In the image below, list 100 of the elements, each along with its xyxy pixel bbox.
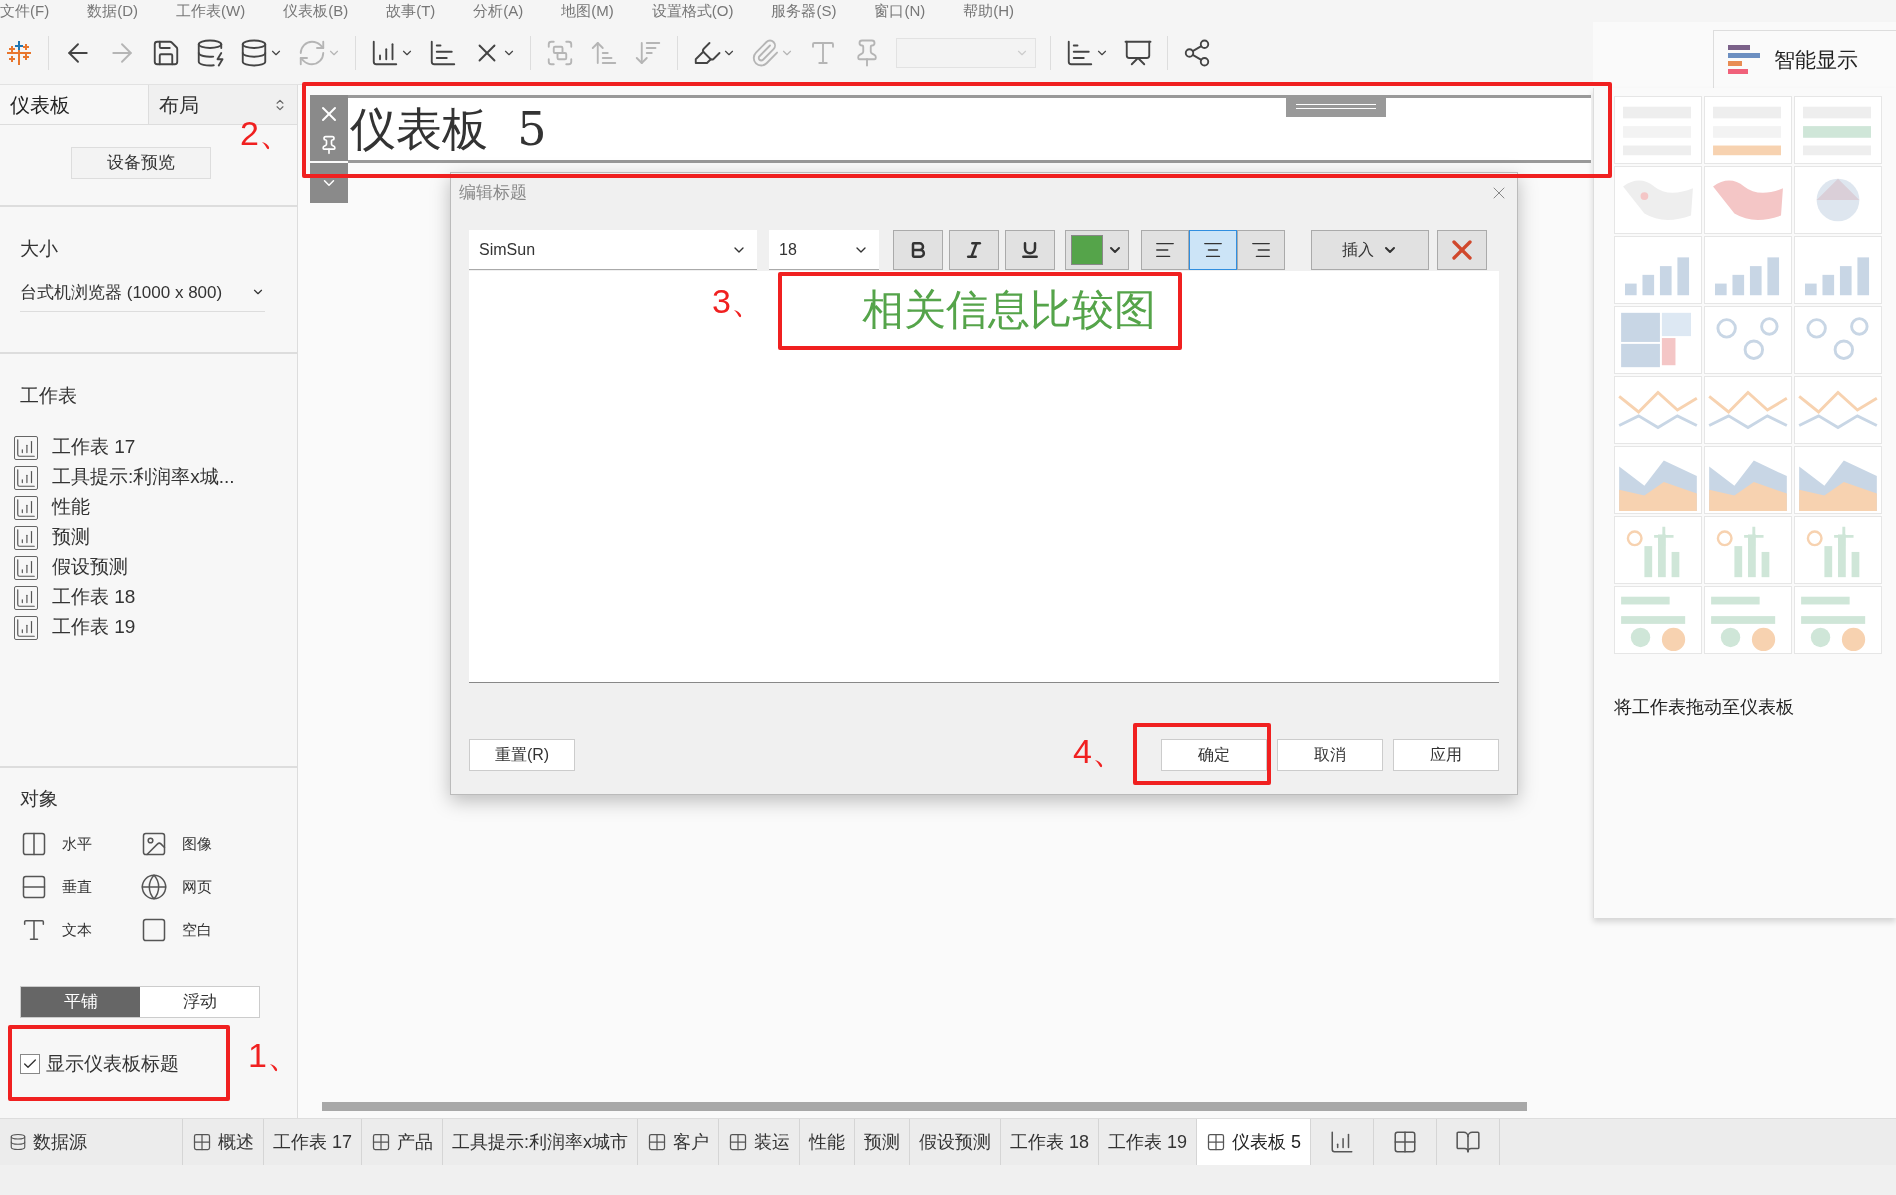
worksheet-icon [14, 435, 38, 460]
annotation-number: 4、 [1073, 734, 1126, 768]
align-button[interactable] [1237, 230, 1285, 270]
chart-type-icon[interactable] [1704, 446, 1792, 514]
drag-handle[interactable] [1286, 95, 1386, 117]
worksheet-item[interactable]: 工作表 17 [52, 433, 136, 462]
chart-type-icon[interactable] [1704, 236, 1792, 304]
object-item[interactable]: 网页 [140, 873, 260, 901]
logo-icon[interactable] [4, 38, 34, 68]
menu-item[interactable]: 分析(A) [473, 2, 524, 20]
sheet-tab[interactable]: 仪表板 5 [1197, 1119, 1312, 1165]
menu-item[interactable]: 帮助(H) [963, 2, 1015, 20]
group-icon[interactable] [545, 38, 575, 68]
pin-icon[interactable] [319, 134, 339, 155]
worksheet-item[interactable]: 性能 [52, 493, 90, 522]
chart-type-icon[interactable] [1794, 306, 1882, 374]
show-me-tab[interactable]: 智能显示 [1713, 30, 1896, 88]
scrollbar[interactable] [322, 1101, 1527, 1111]
chart-type-icon[interactable] [1614, 166, 1702, 234]
object-item[interactable]: 空白 [140, 916, 260, 944]
title-text: 相关信息比较图 [862, 285, 1156, 335]
worksheet-item[interactable]: 假设预测 [52, 553, 128, 582]
new-story-icon[interactable] [1455, 1129, 1482, 1155]
columns-icon [20, 830, 48, 858]
worksheet-item[interactable]: 工作表 18 [52, 583, 136, 612]
italic-button[interactable] [949, 230, 999, 270]
presentation-icon[interactable] [1123, 38, 1153, 68]
size-dropdown[interactable]: 台式机浏览器 (1000 x 800) [20, 279, 265, 312]
image-icon [140, 830, 168, 858]
share-icon[interactable] [1182, 38, 1212, 68]
object-item[interactable]: 文本 [20, 916, 140, 944]
section-heading: 对象 [20, 788, 59, 810]
dashboard-title-bar[interactable]: 仪表板 5 [348, 95, 1591, 163]
chart-type-icon[interactable] [1614, 516, 1702, 584]
bold-button[interactable] [893, 230, 943, 270]
color-picker[interactable] [1065, 230, 1129, 270]
chart-type-icon[interactable] [1704, 166, 1792, 234]
underline-button[interactable] [1005, 230, 1055, 270]
menu-item[interactable]: 服务器(S) [771, 2, 837, 20]
worksheet-item[interactable]: 预测 [52, 523, 90, 552]
worksheet-item[interactable]: 工作表 19 [52, 613, 136, 642]
checkbox[interactable] [20, 1054, 40, 1075]
dialog-button[interactable]: 取消 [1277, 739, 1383, 771]
chart-type-icon[interactable] [1614, 236, 1702, 304]
object-item[interactable]: 图像 [140, 830, 260, 858]
clear-button[interactable] [1437, 230, 1487, 270]
chart-type-icon[interactable] [1794, 166, 1882, 234]
menu-item[interactable]: 地图(M) [561, 2, 614, 20]
layout-toggle[interactable]: 平铺 [21, 987, 140, 1017]
checkbox-label[interactable]: 显示仪表板标题 [46, 1050, 179, 1079]
chart-type-icon[interactable] [1614, 376, 1702, 444]
fit-dropdown[interactable] [896, 38, 1036, 68]
dialog-button[interactable]: 确定 [1161, 739, 1267, 771]
layout-toggle[interactable]: 浮动 [140, 987, 259, 1017]
dialog-button[interactable]: 重置(R) [469, 739, 575, 771]
align-button[interactable] [1189, 230, 1237, 270]
chart-type-icon[interactable] [1614, 586, 1702, 654]
new-worksheet-icon[interactable] [370, 38, 400, 68]
chart-type-icon[interactable] [1794, 236, 1882, 304]
grid-icon [728, 1132, 749, 1152]
chart-type-icon[interactable] [1704, 376, 1792, 444]
font-dropdown[interactable]: SimSun [469, 230, 757, 270]
insert-dropdown[interactable]: 插入 [1311, 230, 1429, 270]
chart-type-icon[interactable] [1704, 306, 1792, 374]
align-button[interactable] [1141, 230, 1189, 270]
menu-item[interactable]: 故事(T) [386, 2, 436, 20]
attach-icon[interactable] [750, 38, 780, 68]
dashboard-title: 仪表板 5 [349, 100, 547, 158]
dialog-button[interactable]: 应用 [1393, 739, 1499, 771]
menu-item[interactable]: 窗口(N) [874, 2, 926, 20]
save-icon[interactable] [151, 38, 181, 68]
chart-type-icon[interactable] [1794, 376, 1882, 444]
worksheet-icon [14, 585, 38, 610]
chart-type-icon[interactable] [1794, 586, 1882, 654]
object-item[interactable]: 水平 [20, 830, 140, 858]
chart-type-icon[interactable] [1794, 516, 1882, 584]
menu-item[interactable]: 设置格式(O) [651, 2, 734, 20]
chart-type-icon[interactable] [1704, 516, 1792, 584]
new-dashboard-icon[interactable] [1392, 1129, 1419, 1155]
menu-item[interactable]: 工作表(W) [176, 2, 246, 20]
device-preview-button[interactable]: 设备预览 [70, 147, 211, 179]
bar-chart-icon [1728, 44, 1760, 75]
size-dropdown[interactable]: 18 [769, 230, 879, 270]
worksheet-icon [14, 555, 38, 580]
grid-icon [647, 1132, 668, 1152]
object-item[interactable]: 垂直 [20, 873, 140, 901]
new-data-source-icon[interactable] [195, 38, 225, 68]
section-heading: 工作表 [19, 384, 78, 408]
chart-type-icon[interactable] [1614, 96, 1702, 164]
chart-type-icon[interactable] [1704, 586, 1792, 654]
chart-type-icon[interactable] [1614, 306, 1702, 374]
refresh-icon[interactable] [297, 38, 327, 68]
chart-type-icon[interactable] [1794, 96, 1882, 164]
chart-type-icon[interactable] [1704, 96, 1792, 164]
menu-item[interactable]: 数据(D) [87, 2, 138, 20]
menu-item[interactable]: 仪表板(B) [283, 2, 349, 20]
menu-item[interactable]: 文件(F) [0, 2, 50, 20]
worksheet-item[interactable]: 工具提示:利润率x城... [52, 463, 235, 492]
chart-type-icon[interactable] [1794, 446, 1882, 514]
chart-type-icon[interactable] [1614, 446, 1702, 514]
